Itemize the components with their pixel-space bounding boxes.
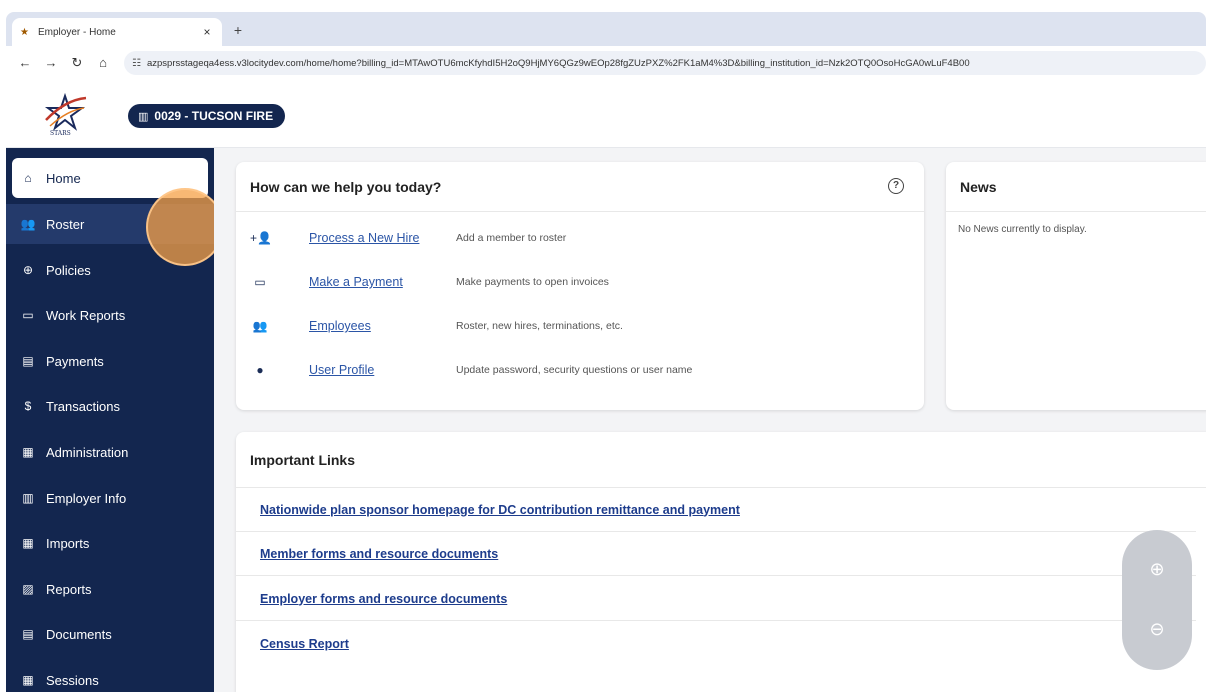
sidebar-item-sessions[interactable]: ▦ Sessions bbox=[6, 660, 214, 692]
help-row-desc: Update password, security questions or u… bbox=[456, 364, 693, 376]
sidebar-item-reports[interactable]: ▨ Reports bbox=[6, 569, 214, 609]
help-row-profile: ● User Profile Update password, security… bbox=[250, 358, 692, 382]
sidebar-item-label: Sessions bbox=[46, 672, 99, 688]
help-card-title: How can we help you today? bbox=[250, 178, 442, 195]
reload-icon[interactable]: ↻ bbox=[66, 52, 88, 74]
favicon-icon: ★ bbox=[20, 26, 29, 38]
dollar-icon: $ bbox=[24, 399, 32, 413]
help-row-payment: ▭ Make a Payment Make payments to open i… bbox=[250, 270, 609, 294]
important-links-card: Important Links Nationwide plan sponsor … bbox=[236, 432, 1206, 692]
tab-bar: ★ Employer - Home × + bbox=[6, 12, 1206, 46]
census-report-link[interactable]: Census Report bbox=[260, 637, 349, 651]
news-card-header: News bbox=[946, 162, 1206, 212]
document-icon: ▤ bbox=[22, 627, 34, 641]
group-icon: 👥 bbox=[252, 319, 268, 333]
account-circle-icon: ● bbox=[256, 363, 264, 377]
employees-link[interactable]: Employees bbox=[309, 319, 371, 333]
app-header: STARS ▥ 0029 - TUCSON FIRE bbox=[6, 80, 1206, 148]
folder-icon: ▭ bbox=[22, 308, 34, 322]
home-browser-icon[interactable]: ⌂ bbox=[92, 52, 114, 74]
sidebar-item-label: Administration bbox=[46, 444, 129, 460]
back-icon[interactable]: ← bbox=[14, 52, 36, 74]
sidebar-item-label: Policies bbox=[46, 262, 91, 278]
process-new-hire-link[interactable]: Process a New Hire bbox=[309, 231, 419, 245]
important-link-item: Member forms and resource documents bbox=[236, 532, 1196, 576]
sidebar-item-label: Payments bbox=[46, 353, 104, 369]
help-row-desc: Add a member to roster bbox=[456, 232, 567, 244]
building-icon: ▥ bbox=[138, 110, 149, 123]
new-tab-button[interactable]: + bbox=[228, 20, 248, 40]
important-links-header: Important Links bbox=[236, 432, 1206, 488]
sidebar-item-transactions[interactable]: $ Transactions bbox=[6, 386, 214, 426]
clipboard-icon: ▦ bbox=[22, 445, 34, 459]
group-icon: 👥 bbox=[20, 217, 36, 231]
help-row-new-hire: +👤 Process a New Hire Add a member to ro… bbox=[250, 226, 566, 250]
browser-tab[interactable]: ★ Employer - Home × bbox=[12, 18, 222, 46]
plus-circle-icon: ⊕ bbox=[22, 263, 34, 277]
zoom-in-icon[interactable]: ⊕ bbox=[1144, 556, 1170, 582]
main-content: How can we help you today? ? +👤 Process … bbox=[214, 148, 1206, 692]
building-icon: ▥ bbox=[22, 491, 34, 505]
employer-selector[interactable]: ▥ 0029 - TUCSON FIRE bbox=[128, 104, 286, 128]
url-field[interactable]: ☷ azpsprsstageqa4ess.v3locitydev.com/hom… bbox=[124, 51, 1206, 75]
chart-icon: ▨ bbox=[22, 582, 34, 596]
news-card: News No News currently to display. bbox=[946, 162, 1206, 410]
sidebar-item-documents[interactable]: ▤ Documents bbox=[6, 614, 214, 654]
user-profile-link[interactable]: User Profile bbox=[309, 363, 374, 377]
employer-forms-link[interactable]: Employer forms and resource documents bbox=[260, 592, 507, 606]
import-icon: ▦ bbox=[22, 536, 34, 550]
help-card: How can we help you today? ? +👤 Process … bbox=[236, 162, 924, 410]
click-indicator bbox=[146, 188, 224, 266]
home-icon: ⌂ bbox=[24, 171, 32, 185]
add-person-icon: +👤 bbox=[250, 231, 272, 245]
address-bar: ← → ↻ ⌂ ☷ azpsprsstageqa4ess.v3locitydev… bbox=[6, 46, 1206, 80]
close-tab-icon[interactable]: × bbox=[200, 25, 214, 39]
nationwide-link[interactable]: Nationwide plan sponsor homepage for DC … bbox=[260, 503, 740, 517]
zoom-control: ⊕ ⊖ bbox=[1122, 530, 1192, 670]
sidebar-item-imports[interactable]: ▦ Imports bbox=[6, 523, 214, 563]
employer-label: 0029 - TUCSON FIRE bbox=[154, 109, 274, 123]
card-icon: ▤ bbox=[22, 354, 34, 368]
sidebar-item-label: Transactions bbox=[46, 398, 120, 414]
make-payment-link[interactable]: Make a Payment bbox=[309, 275, 403, 289]
news-empty-text: No News currently to display. bbox=[958, 224, 1087, 235]
tab-title: Employer - Home bbox=[38, 26, 116, 38]
help-row-desc: Roster, new hires, terminations, etc. bbox=[456, 320, 623, 332]
help-row-employees: 👥 Employees Roster, new hires, terminati… bbox=[250, 314, 623, 338]
browser-window: ★ Employer - Home × + ← → ↻ ⌂ ☷ azpsprss… bbox=[6, 12, 1206, 692]
sidebar-item-label: Documents bbox=[46, 626, 112, 642]
logo-text: STARS bbox=[50, 130, 71, 137]
card-icon: ▭ bbox=[254, 275, 266, 289]
sidebar-item-label: Employer Info bbox=[46, 490, 127, 506]
help-circle-icon[interactable]: ? bbox=[888, 178, 904, 194]
member-forms-link[interactable]: Member forms and resource documents bbox=[260, 547, 498, 561]
sidebar-item-employer-info[interactable]: ▥ Employer Info bbox=[6, 478, 214, 518]
help-card-header: How can we help you today? ? bbox=[236, 162, 924, 212]
news-card-title: News bbox=[960, 178, 997, 195]
help-row-desc: Make payments to open invoices bbox=[456, 276, 609, 288]
important-link-item: Employer forms and resource documents bbox=[236, 577, 1196, 621]
important-link-item: Nationwide plan sponsor homepage for DC … bbox=[236, 488, 1196, 532]
site-settings-icon[interactable]: ☷ bbox=[132, 58, 141, 69]
sidebar-item-administration[interactable]: ▦ Administration bbox=[6, 432, 214, 472]
url-text: azpsprsstageqa4ess.v3locitydev.com/home/… bbox=[146, 57, 970, 69]
important-links-title: Important Links bbox=[250, 451, 356, 468]
sidebar-item-label: Work Reports bbox=[46, 307, 126, 323]
important-link-item: Census Report bbox=[236, 622, 1196, 666]
zoom-out-icon[interactable]: ⊖ bbox=[1144, 616, 1170, 642]
sidebar-item-label: Roster bbox=[46, 216, 85, 232]
sidebar-item-label: Imports bbox=[46, 535, 90, 551]
sidebar-item-label: Home bbox=[46, 170, 81, 186]
sidebar-item-label: Reports bbox=[46, 581, 92, 597]
calendar-icon: ▦ bbox=[22, 673, 34, 687]
forward-icon[interactable]: → bbox=[40, 52, 62, 74]
sidebar-item-payments[interactable]: ▤ Payments bbox=[6, 341, 214, 381]
sidebar-item-work-reports[interactable]: ▭ Work Reports bbox=[6, 295, 214, 335]
